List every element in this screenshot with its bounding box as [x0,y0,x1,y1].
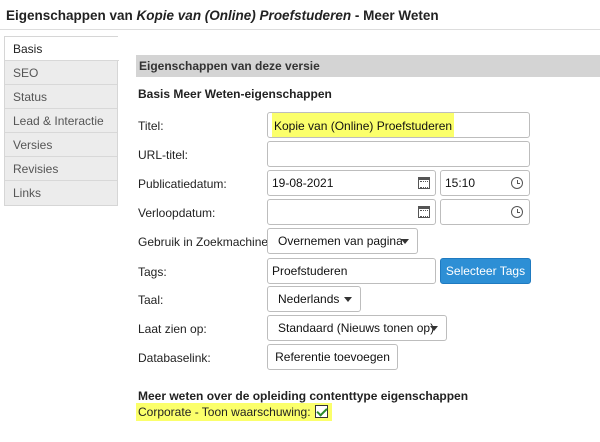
corporate-warning-row: Corporate - Toon waarschuwing: [136,403,332,421]
window-title: Eigenschappen van Kopie van (Online) Pro… [6,8,439,23]
titel-value: Kopie van (Online) Proefstuderen [272,113,455,137]
publicatiedatum-time-input[interactable]: 15:10 [440,170,530,196]
calendar-icon[interactable] [418,177,430,189]
extra-section-heading: Meer weten over de opleiding contenttype… [138,389,469,403]
title-italic: Kopie van (Online) Proefstuderen [136,8,352,23]
verloopdatum-label: Verloopdatum: [138,206,216,220]
clock-icon[interactable] [511,177,523,189]
zoekmachine-value: Overnemen van pagina [278,234,403,248]
tab-links[interactable]: Links [5,181,117,205]
window-title-bar: Eigenschappen van Kopie van (Online) Pro… [0,0,600,30]
titel-input[interactable]: Kopie van (Online) Proefstuderen [267,112,530,138]
calendar-icon[interactable] [418,206,430,218]
taal-select[interactable]: Nederlands [267,286,361,312]
section-header: Eigenschappen van deze versie [136,55,600,77]
zoekmachine-select[interactable]: Overnemen van pagina [267,228,418,254]
publicatiedatum-label: Publicatiedatum: [138,177,227,191]
laat-zien-op-value: Standaard (Nieuws tonen op) [278,321,435,335]
sidebar: Basis SEO Status Lead & Interactie Versi… [4,36,119,206]
corporate-warning-label: Corporate - Toon waarschuwing: [138,405,311,419]
tags-input[interactable]: Proefstuderen [267,258,436,284]
publicatiedatum-time-value: 15:10 [445,176,476,190]
tab-basis[interactable]: Basis [5,37,119,61]
tab-revisies[interactable]: Revisies [5,157,117,181]
clock-icon[interactable] [511,206,523,218]
taal-label: Taal: [138,293,164,307]
publicatiedatum-date-input[interactable]: 19-08-2021 [267,170,436,196]
tab-versies[interactable]: Versies [5,133,117,157]
tab-seo[interactable]: SEO [5,61,117,85]
corporate-warning-checkbox[interactable] [314,405,328,419]
tags-label: Tags: [138,265,167,279]
chevron-down-icon [430,326,438,331]
title-suffix: - Meer Weten [351,8,439,23]
laat-zien-op-label: Laat zien op: [138,322,207,336]
tab-lead-interactie[interactable]: Lead & Interactie [5,109,117,133]
taal-value: Nederlands [278,292,340,306]
laat-zien-op-select[interactable]: Standaard (Nieuws tonen op) [267,315,447,341]
verloopdatum-date-input[interactable] [267,199,436,225]
add-reference-button[interactable]: Referentie toevoegen [267,344,398,370]
titel-label: Titel: [138,119,164,133]
zoekmachine-label: Gebruik in Zoekmachine: [138,235,272,249]
chevron-down-icon [344,297,352,302]
title-prefix: Eigenschappen van [6,8,137,23]
verloopdatum-time-input[interactable] [440,199,530,225]
chevron-down-icon [401,239,409,244]
subheading: Basis Meer Weten-eigenschappen [138,87,332,101]
url-titel-label: URL-titel: [138,148,189,162]
tags-value: Proefstuderen [272,264,348,278]
tab-status[interactable]: Status [5,85,117,109]
url-titel-input[interactable] [267,141,530,167]
databaselink-label: Databaselink: [138,351,211,365]
select-tags-button[interactable]: Selecteer Tags [440,258,531,284]
publicatiedatum-date-value: 19-08-2021 [272,176,334,190]
